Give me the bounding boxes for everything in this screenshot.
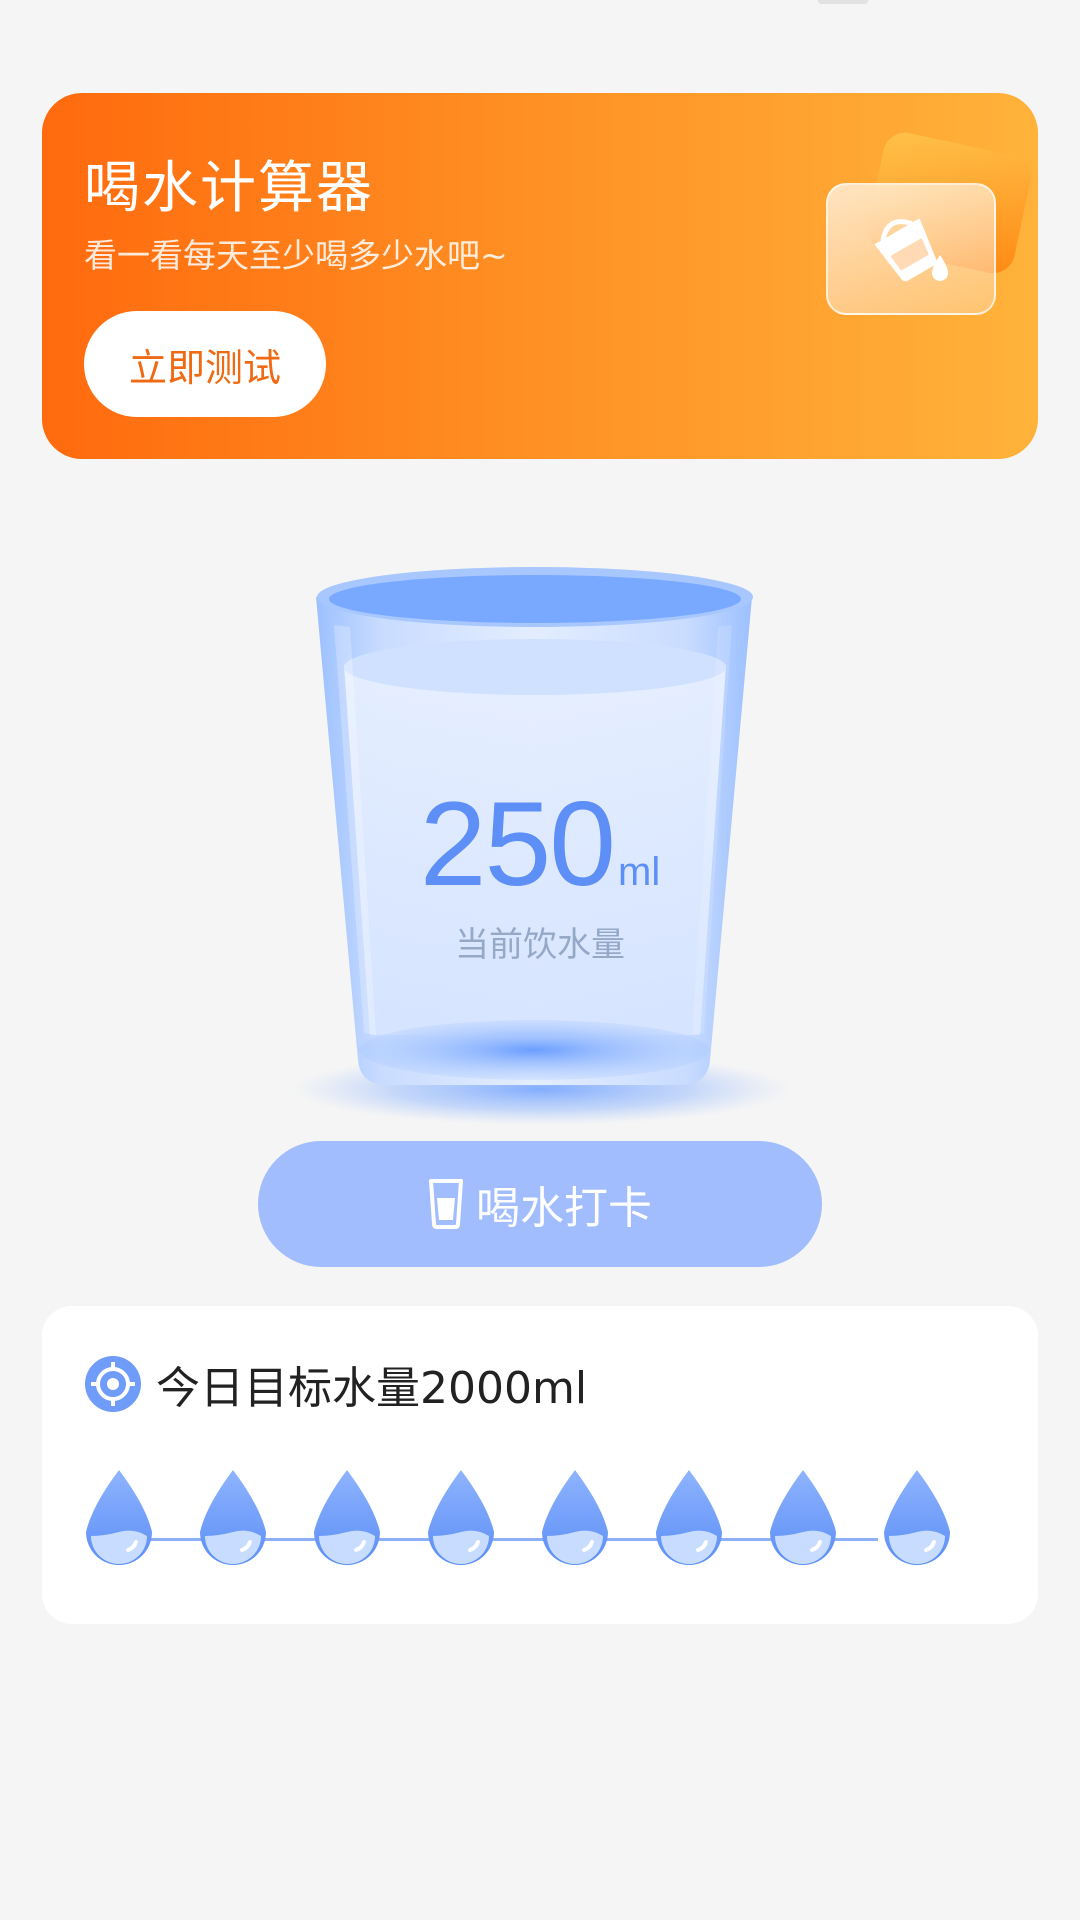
daily-goal-text: 今日目标水量2000ml [156,1363,588,1414]
cup-icon [428,1178,464,1230]
water-drop-icon[interactable] [424,1466,498,1570]
water-drop-icon[interactable] [880,1466,954,1570]
current-amount-caption: 当前饮水量 [455,925,625,965]
test-now-button[interactable]: 立即测试 [84,311,326,417]
water-pour-icon [782,128,1035,333]
water-drop-icon[interactable] [196,1466,270,1570]
current-amount: 250 ml [280,775,800,913]
water-drop-icon[interactable] [766,1466,840,1570]
daily-goal-header: 今日目标水量2000ml [84,1352,587,1416]
water-cup: 250 ml 当前饮水量 [280,555,800,1125]
current-amount-unit: ml [618,850,661,894]
water-calculator-banner[interactable]: 喝水计算器 看一看每天至少喝多少水吧~ 立即测试 [42,93,1038,459]
water-drop-icon[interactable] [82,1466,156,1570]
drink-checkin-button[interactable]: 喝水打卡 [258,1141,822,1267]
banner-title: 喝水计算器 [84,156,374,221]
daily-goal-card: 今日目标水量2000ml [42,1306,1038,1624]
water-drop-icon[interactable] [538,1466,612,1570]
current-amount-value: 250 [419,777,616,911]
water-drop-icon[interactable] [310,1466,384,1570]
water-drops-row [82,1466,1002,1576]
status-bar-remnant [818,0,868,4]
target-icon [84,1355,142,1413]
banner-subtitle: 看一看每天至少喝多少水吧~ [84,236,508,275]
water-drop-icon[interactable] [652,1466,726,1570]
drink-checkin-label: 喝水打卡 [476,1183,652,1234]
